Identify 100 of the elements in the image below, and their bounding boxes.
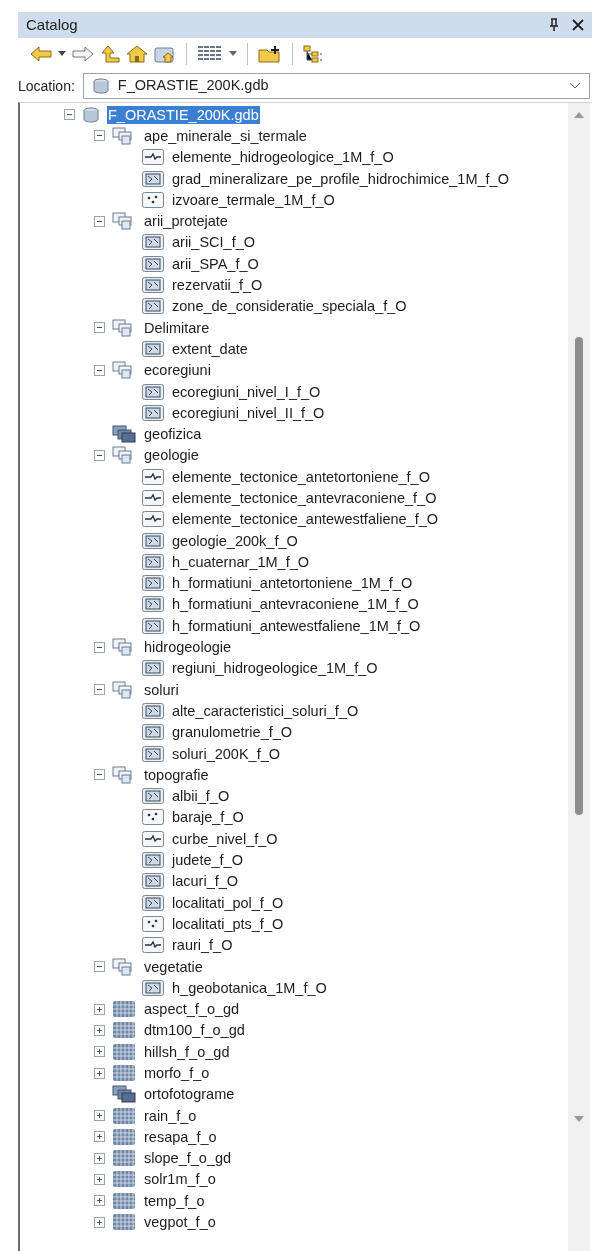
list-view-icon[interactable]	[197, 45, 223, 63]
tree-item[interactable]: grad_mineralizare_pe_profile_hidrochimice_1M_f_O	[171, 169, 510, 188]
expand-toggle[interactable]	[94, 1067, 105, 1079]
tree-item[interactable]: vegpot_f_o	[143, 1213, 217, 1232]
tree-item[interactable]: geologie	[143, 446, 200, 465]
tree-item[interactable]: h_formatiuni_antevraconiene_1M_f_O	[171, 595, 420, 614]
collapse-toggle[interactable]	[64, 109, 75, 121]
tree-item[interactable]: morfo_f_o	[143, 1064, 211, 1082]
forward-arrow-icon[interactable]	[72, 46, 94, 62]
tree-item[interactable]: ecoregiuni_nivel_I_f_O	[171, 382, 322, 401]
expand-toggle[interactable]	[94, 1024, 105, 1036]
tree-item[interactable]: rain_f_o	[143, 1106, 198, 1125]
tree-item[interactable]: topografie	[143, 765, 210, 784]
tree-item[interactable]: ortofotograme	[143, 1085, 236, 1104]
tree-item[interactable]: rauri_f_O	[171, 936, 234, 955]
polygon-feature-icon	[142, 617, 164, 634]
chevron-down-icon[interactable]	[569, 82, 581, 90]
polygon-feature-icon	[142, 724, 164, 741]
caret-icon[interactable]	[229, 51, 237, 57]
tree-item[interactable]: F_ORASTIE_200K.gdb	[107, 105, 260, 124]
tree-view-icon[interactable]	[303, 45, 325, 63]
database-icon	[91, 78, 110, 94]
tree-item[interactable]: dtm100_f_o_gd	[143, 1021, 246, 1040]
collapse-toggle[interactable]	[94, 130, 105, 142]
tree-item[interactable]: ecoregiuni_nivel_II_f_O	[171, 403, 326, 422]
tree-item[interactable]: h_formatiuni_antewestfaliene_1M_f_O	[171, 616, 422, 635]
expand-toggle[interactable]	[94, 1131, 105, 1143]
panel-title: Catalog	[26, 14, 78, 35]
scrollbar-thumb[interactable]	[575, 337, 583, 815]
tree-item[interactable]: izvoare_termale_1M_f_O	[171, 190, 336, 209]
tree-item[interactable]: extent_date	[171, 339, 249, 358]
tree-item[interactable]: ecoregiuni	[143, 361, 212, 380]
tree-item[interactable]: arii_protejate	[143, 212, 229, 231]
tree-item[interactable]: hillsh_f_o_gd	[143, 1042, 231, 1061]
expand-toggle[interactable]	[94, 1046, 105, 1058]
expand-toggle[interactable]	[94, 1003, 105, 1015]
tree-item[interactable]: localitati_pol_f_O	[171, 893, 285, 912]
up-arrow-icon[interactable]	[100, 45, 120, 63]
tree-item[interactable]: alte_caracteristici_soluri_f_O	[171, 701, 360, 720]
tree-item[interactable]: granulometrie_f_O	[171, 723, 294, 742]
tree-item[interactable]: lacuri_f_O	[171, 872, 240, 891]
tree-item[interactable]: solr1m_f_o	[143, 1170, 217, 1189]
tree-item[interactable]: aspect_f_o_gd	[143, 1000, 241, 1019]
collapse-toggle[interactable]	[94, 364, 105, 376]
tree-item[interactable]: elemente_tectonice_antevraconiene_f_O	[171, 489, 438, 507]
tree-item[interactable]: slope_f_o_gd	[143, 1149, 233, 1168]
tree-item[interactable]: Delimitare	[143, 318, 211, 337]
home-icon[interactable]	[126, 45, 148, 63]
scrollbar[interactable]	[568, 103, 590, 1251]
tree-item[interactable]: vegetatie	[143, 957, 204, 976]
tree-item[interactable]: soluri	[143, 680, 180, 699]
tree-item[interactable]: baraje_f_O	[171, 808, 245, 827]
tree-item[interactable]: arii_SCI_f_O	[171, 233, 256, 252]
location-combobox[interactable]: F_ORASTIE_200K.gdb	[82, 73, 590, 99]
expand-toggle[interactable]	[94, 1110, 105, 1122]
line-feature-icon	[142, 511, 164, 528]
raster-icon	[112, 1149, 136, 1168]
tree-item[interactable]: zone_de_consideratie_speciala_f_O	[171, 297, 408, 316]
tree-item[interactable]: geologie_200k_f_O	[171, 531, 299, 550]
raster-catalog-icon	[112, 425, 136, 444]
tree-item[interactable]: resapa_f_o	[143, 1127, 218, 1146]
tree-item[interactable]: geofizica	[143, 425, 203, 444]
new-folder-icon[interactable]	[258, 45, 282, 63]
tree-item[interactable]: hidrogeologie	[143, 638, 233, 657]
tree-item[interactable]: regiuni_hidrogeologice_1M_f_O	[171, 659, 379, 678]
expand-toggle[interactable]	[94, 1152, 105, 1164]
collapse-toggle[interactable]	[94, 322, 105, 334]
expand-toggle[interactable]	[94, 1174, 105, 1185]
polygon-feature-icon	[142, 894, 164, 911]
tree-item[interactable]: elemente_tectonice_antetortoniene_f_O	[171, 467, 431, 486]
collapse-toggle[interactable]	[94, 769, 105, 781]
expand-toggle[interactable]	[94, 1216, 105, 1228]
polygon-feature-icon	[142, 873, 164, 890]
tree-item[interactable]: soluri_200K_f_O	[171, 744, 281, 763]
caret-icon[interactable]	[58, 51, 66, 57]
collapse-toggle[interactable]	[94, 215, 105, 227]
tree-item[interactable]: curbe_nivel_f_O	[171, 829, 279, 848]
close-icon[interactable]	[572, 19, 584, 31]
location-label: Location:	[18, 76, 75, 96]
folder-home-icon[interactable]	[154, 45, 176, 63]
tree-item[interactable]: h_cuaternar_1M_f_O	[171, 552, 311, 571]
tree-item[interactable]: h_geobotanica_1M_f_O	[171, 978, 328, 997]
tree-item[interactable]: localitati_pts_f_O	[171, 914, 285, 933]
collapse-toggle[interactable]	[94, 961, 105, 972]
tree-item[interactable]: ape_minerale_si_termale	[143, 126, 308, 145]
tree-item[interactable]: albii_f_O	[171, 787, 231, 806]
collapse-toggle[interactable]	[94, 684, 105, 696]
pin-icon[interactable]	[548, 18, 560, 32]
tree-item[interactable]: elemente_tectonice_antewestfaliene_f_O	[171, 510, 439, 529]
collapse-toggle[interactable]	[94, 641, 105, 653]
polygon-feature-icon	[142, 277, 164, 293]
tree-item[interactable]: h_formatiuni_antetortoniene_1M_f_O	[171, 574, 414, 593]
collapse-toggle[interactable]	[94, 449, 105, 461]
back-arrow-icon[interactable]	[30, 46, 52, 62]
tree-item[interactable]: temp_f_o	[143, 1191, 206, 1210]
expand-toggle[interactable]	[94, 1195, 105, 1207]
tree-item[interactable]: rezervatii_f_O	[171, 276, 264, 294]
tree-item[interactable]: elemente_hidrogeologice_1M_f_O	[171, 148, 395, 167]
tree-item[interactable]: judete_f_O	[171, 851, 244, 870]
tree-item[interactable]: arii_SPA_f_O	[171, 254, 260, 273]
